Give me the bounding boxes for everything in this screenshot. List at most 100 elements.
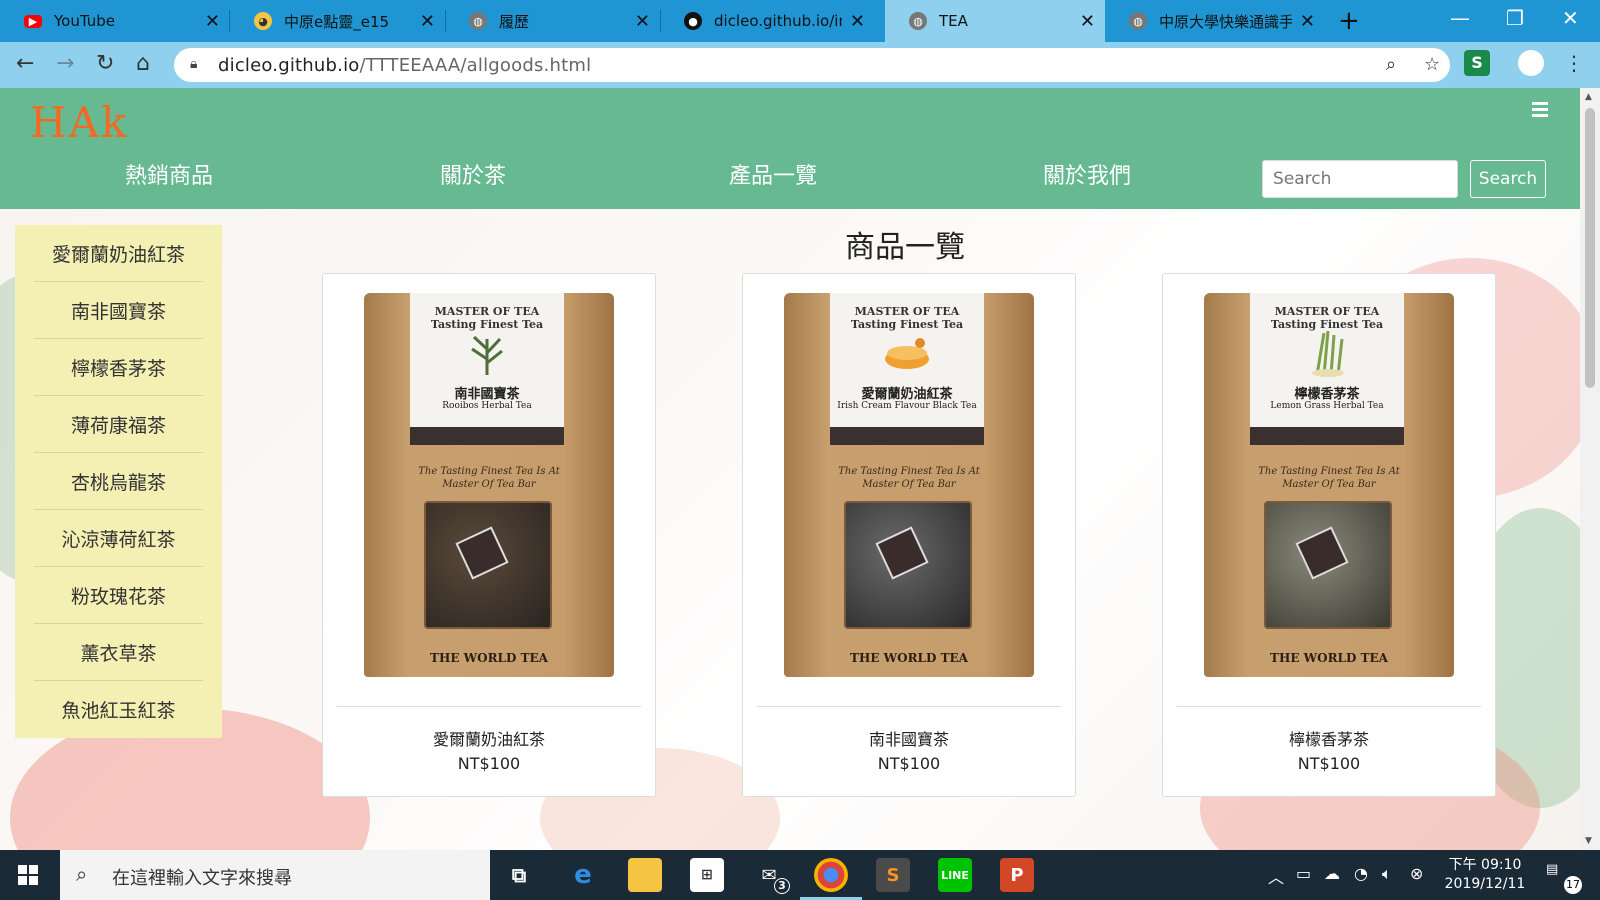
product-name[interactable]: 檸檬香茅茶: [1163, 726, 1495, 750]
bag-label-cn: 愛爾蘭奶油紅茶: [861, 387, 953, 402]
restore-icon[interactable]: ❐: [1506, 6, 1524, 30]
bag-window: [424, 501, 552, 629]
product-price: NT$100: [457, 754, 521, 773]
nav-link-all-products[interactable]: 產品一覽: [729, 158, 817, 190]
globe-icon: ◍: [909, 12, 927, 30]
search-input[interactable]: Search: [1262, 160, 1458, 198]
clock-time: 下午 09:10: [1448, 857, 1522, 873]
url-text: dicleo.github.io/TTTEEAAA/allgoods.html: [218, 55, 592, 76]
battery-icon[interactable]: ▭: [1296, 864, 1311, 883]
tab-title: 中原e點靈_e15: [284, 12, 390, 31]
close-icon[interactable]: ✕: [635, 11, 650, 32]
product-image[interactable]: MASTER OF TEA Tasting Finest Tea 愛爾蘭奶油紅茶 …: [743, 274, 1075, 696]
task-view-icon[interactable]: ⧉: [502, 858, 536, 892]
tab-title: 履歷: [499, 12, 530, 31]
menu-dots-icon[interactable]: ⋮: [1564, 51, 1584, 75]
reload-icon[interactable]: ↻: [96, 51, 114, 76]
star-icon[interactable]: ☆: [1424, 54, 1440, 75]
close-icon[interactable]: ✕: [205, 11, 220, 32]
notification-center-icon[interactable]: ▤ 17: [1546, 862, 1582, 894]
tab-resume[interactable]: ◍ 履歷 ✕: [445, 0, 660, 42]
close-icon[interactable]: ✕: [420, 11, 435, 32]
browser-tab-strip: ▶ YouTube ✕ ◕ 中原e點靈_e15 ✕ ◍ 履歷 ✕ ● dicle…: [0, 0, 1600, 42]
search-button[interactable]: Search: [1470, 160, 1546, 198]
onedrive-icon[interactable]: ☁: [1324, 864, 1340, 883]
back-icon[interactable]: ←: [16, 51, 34, 76]
site-logo[interactable]: HAk: [30, 98, 128, 147]
nav-link-about-tea[interactable]: 關於茶: [440, 158, 506, 190]
store-icon[interactable]: ⊞: [690, 858, 724, 892]
product-card[interactable]: MASTER OF TEA Tasting Finest Tea 愛爾蘭奶油紅茶 …: [742, 273, 1076, 797]
close-icon[interactable]: ✕: [1080, 11, 1095, 32]
close-window-icon[interactable]: ✕: [1562, 6, 1579, 30]
tab-title: dicleo.github.io/ind: [714, 12, 842, 30]
sublime-icon[interactable]: S: [876, 858, 910, 892]
volume-icon[interactable]: 🔈︎: [1382, 864, 1392, 884]
bag-label-en: Lemon Grass Herbal Tea: [1270, 401, 1384, 411]
tab-github[interactable]: ● dicleo.github.io/ind ✕: [660, 0, 875, 42]
sidebar-item[interactable]: 薄荷康福茶: [34, 396, 203, 453]
nav-link-bestsellers[interactable]: 熱銷商品: [125, 158, 213, 190]
profile-avatar[interactable]: [1518, 50, 1544, 76]
tab-tea[interactable]: ◍ TEA ✕: [885, 0, 1105, 42]
taskbar-search-box[interactable]: ⌕ 在這裡輸入文字來搜尋: [60, 850, 490, 900]
file-explorer-icon[interactable]: [628, 858, 662, 892]
clock-date: 2019/12/11: [1444, 876, 1526, 892]
wifi-icon[interactable]: ◔: [1354, 864, 1368, 883]
nav-link-about-us[interactable]: 關於我們: [1043, 158, 1131, 190]
edge-icon[interactable]: e: [566, 858, 600, 892]
sidebar-item[interactable]: 薰衣草茶: [34, 624, 203, 681]
scroll-down-icon[interactable]: ▼: [1585, 836, 1592, 846]
hamburger-menu-icon[interactable]: [1532, 102, 1548, 120]
address-bar[interactable]: 🔒︎ dicleo.github.io/TTTEEAAA/allgoods.ht…: [174, 48, 1450, 82]
bag-window: [844, 501, 972, 629]
bag-top-text: MASTER OF TEA Tasting Finest Tea: [1270, 305, 1384, 331]
site-navbar: HAk 熱銷商品 關於茶 產品一覽 關於我們 Search Search: [0, 88, 1580, 209]
home-icon[interactable]: ⌂: [136, 51, 150, 76]
sidebar-item[interactable]: 南非國寶茶: [34, 282, 203, 339]
ime-icon[interactable]: ⊗: [1410, 864, 1423, 883]
product-name[interactable]: 愛爾蘭奶油紅茶: [323, 726, 655, 750]
chrome-icon[interactable]: [814, 858, 848, 892]
product-card[interactable]: MASTER OF TEA Tasting Finest Tea 南非國寶茶 Ro…: [322, 273, 656, 797]
extension-icon[interactable]: S: [1464, 50, 1490, 76]
product-image[interactable]: MASTER OF TEA Tasting Finest Tea 南非國寶茶 Ro…: [323, 274, 655, 696]
product-image[interactable]: MASTER OF TEA Tasting Finest Tea 檸檬香茅茶 Le…: [1163, 274, 1495, 696]
search-icon: ⌕: [76, 862, 88, 886]
page-title: 商品一覽: [845, 230, 965, 265]
tab-e15[interactable]: ◕ 中原e點靈_e15 ✕: [230, 0, 445, 42]
minimize-icon[interactable]: —: [1450, 6, 1470, 30]
scroll-up-icon[interactable]: ▲: [1585, 92, 1592, 102]
tab-cycu-guide[interactable]: ◍ 中原大學快樂通識手 ✕: [1105, 0, 1325, 42]
system-clock[interactable]: 下午 09:10 2019/12/11: [1440, 856, 1530, 894]
zoom-icon[interactable]: ⌕: [1386, 54, 1396, 75]
bag-brand: THE WORLD TEA: [1270, 651, 1388, 665]
mail-icon[interactable]: ✉ 3: [752, 858, 790, 894]
powerpoint-icon[interactable]: P: [1000, 858, 1034, 892]
windows-start-icon[interactable]: [18, 865, 38, 885]
bag-tagline: The Tasting Finest Tea Is At Master Of Te…: [1258, 466, 1400, 490]
show-hidden-icons-icon[interactable]: ︿: [1268, 864, 1284, 888]
product-sidebar: 愛爾蘭奶油紅茶 南非國寶茶 檸檬香茅茶 薄荷康福茶 杏桃烏龍茶 沁涼薄荷紅茶 粉…: [15, 225, 222, 738]
tea-bag: MASTER OF TEA Tasting Finest Tea 南非國寶茶 Ro…: [364, 293, 614, 677]
page-scrollbar[interactable]: ▲ ▼: [1580, 88, 1600, 850]
new-tab-button[interactable]: +: [1338, 6, 1360, 36]
sidebar-item[interactable]: 杏桃烏龍茶: [34, 453, 203, 510]
sidebar-item[interactable]: 沁涼薄荷紅茶: [34, 510, 203, 567]
product-name[interactable]: 南非國寶茶: [743, 726, 1075, 750]
line-icon[interactable]: LINE: [938, 858, 972, 892]
github-icon: ●: [684, 12, 702, 30]
close-icon[interactable]: ✕: [1300, 11, 1315, 32]
sidebar-item[interactable]: 魚池紅玉紅茶: [34, 681, 203, 738]
tab-youtube[interactable]: ▶ YouTube ✕: [0, 0, 230, 42]
close-icon[interactable]: ✕: [850, 11, 865, 32]
sidebar-item[interactable]: 愛爾蘭奶油紅茶: [34, 225, 203, 282]
product-card[interactable]: MASTER OF TEA Tasting Finest Tea 檸檬香茅茶 Le…: [1162, 273, 1496, 797]
tab-title: TEA: [939, 12, 968, 30]
sidebar-item[interactable]: 粉玫瑰花茶: [34, 567, 203, 624]
youtube-icon: ▶: [24, 14, 42, 28]
browser-toolbar: ← → ↻ ⌂ 🔒︎ dicleo.github.io/TTTEEAAA/all…: [0, 42, 1600, 88]
forward-icon[interactable]: →: [56, 51, 74, 76]
scrollbar-thumb[interactable]: [1585, 108, 1595, 388]
sidebar-item[interactable]: 檸檬香茅茶: [34, 339, 203, 396]
